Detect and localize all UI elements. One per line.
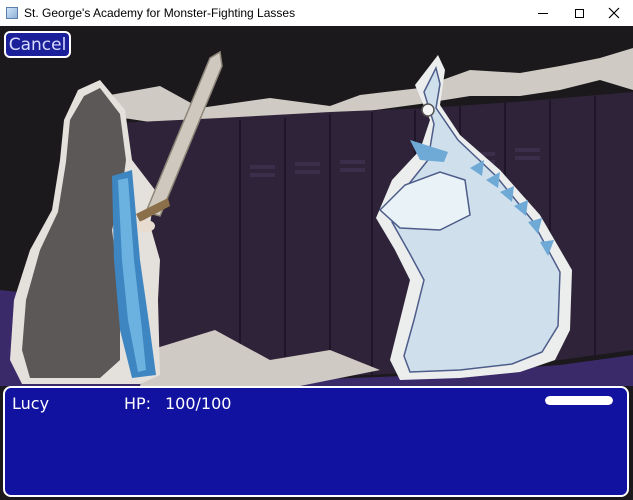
maximize-icon — [574, 8, 584, 18]
atb-gauge — [545, 396, 613, 405]
close-icon — [608, 7, 620, 19]
hp-label: HP: — [124, 394, 152, 413]
cancel-button[interactable]: Cancel — [4, 31, 71, 58]
hp-value: 100/100 — [165, 394, 232, 413]
title-bar: St. George's Academy for Monster-Fightin… — [0, 0, 633, 26]
close-button[interactable] — [595, 0, 633, 26]
party-member-name: Lucy — [12, 394, 50, 413]
window-title: St. George's Academy for Monster-Fightin… — [24, 6, 296, 20]
maximize-button[interactable] — [560, 0, 598, 26]
minimize-icon — [538, 12, 548, 14]
atb-gauge-fill — [545, 396, 613, 405]
minimize-button[interactable] — [524, 0, 562, 26]
app-icon — [6, 7, 18, 19]
party-status-panel: Lucy HP: 100/100 — [3, 386, 629, 497]
